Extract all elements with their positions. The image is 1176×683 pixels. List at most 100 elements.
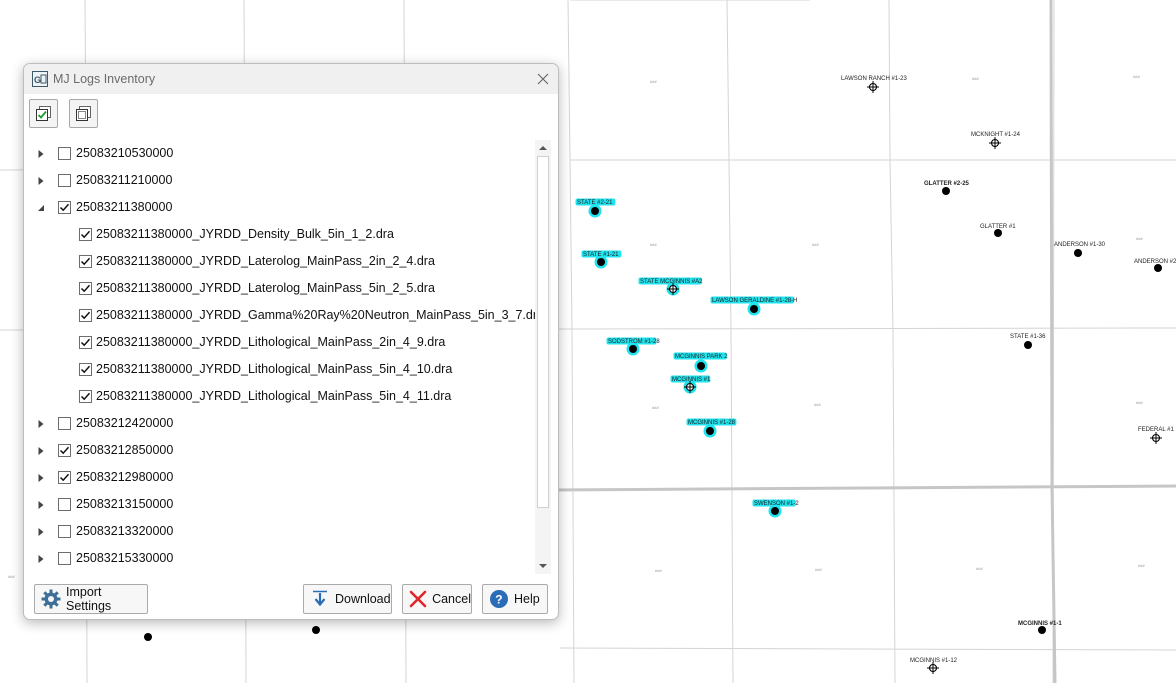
expand-arrow-icon[interactable] xyxy=(36,500,46,510)
dry-hole-icon xyxy=(989,137,1001,149)
tree-well-item[interactable]: 25083215330000 xyxy=(24,545,536,572)
help-button[interactable]: ? Help xyxy=(482,584,548,614)
download-button[interactable]: Download xyxy=(303,584,392,614)
oil-well-icon xyxy=(697,362,705,370)
well-8[interactable]: STATE MCGINNIS #A2 xyxy=(638,277,704,296)
tree-item-label: 25083212850000 xyxy=(76,443,174,457)
well-18[interactable]: MCGINNIS #1-12 xyxy=(910,658,958,674)
oil-well-icon xyxy=(994,229,1002,237)
well-label: SODSTROM #1-28 xyxy=(608,339,660,345)
caret-down-icon xyxy=(539,564,547,568)
checkbox[interactable] xyxy=(58,498,71,511)
well-label: MCGINNIS #1-1 xyxy=(1018,621,1062,627)
well-4[interactable]: ANDERSON #1-30 xyxy=(1054,242,1106,257)
well-9[interactable]: LAWSON GERALDINE #1-28-H xyxy=(710,296,798,316)
uncheck-all-button[interactable] xyxy=(69,99,98,128)
expand-arrow-icon[interactable] xyxy=(36,527,46,537)
checkbox[interactable] xyxy=(79,309,92,322)
tree-well-item[interactable]: 25083212420000 xyxy=(24,410,536,437)
tree-scrollbar[interactable] xyxy=(535,140,551,574)
tree-child-item[interactable]: 25083211380000_JYRDD_Lithological_MainPa… xyxy=(24,329,536,356)
well-5[interactable]: ANDERSON #2 xyxy=(1134,259,1176,272)
close-button[interactable] xyxy=(532,68,554,90)
checkbox[interactable] xyxy=(58,201,71,214)
well-label: LAWSON RANCH #1-23 xyxy=(841,76,907,82)
well-0[interactable]: LAWSON RANCH #1-23 xyxy=(841,76,907,93)
well-7[interactable]: STATE #1-21 xyxy=(581,250,622,269)
check-all-button[interactable] xyxy=(29,99,58,128)
tree-child-item[interactable]: 25083211380000_JYRDD_Lithological_MainPa… xyxy=(24,383,536,410)
cancel-label: Cancel xyxy=(432,592,471,606)
checkbox[interactable] xyxy=(79,363,92,376)
import-settings-label: Import Settings xyxy=(66,585,112,613)
well-6[interactable]: STATE #2-21 xyxy=(575,198,616,218)
checkmark-icon xyxy=(80,284,91,293)
checkbox[interactable] xyxy=(58,147,71,160)
expand-arrow-icon[interactable] xyxy=(36,446,46,456)
well-marker[interactable] xyxy=(144,633,152,641)
checkbox[interactable] xyxy=(79,228,92,241)
well-11[interactable]: MCGINNIS PARK 2 xyxy=(673,352,729,373)
checkbox[interactable] xyxy=(58,174,71,187)
expand-arrow-icon[interactable] xyxy=(36,419,46,429)
cancel-button[interactable]: Cancel xyxy=(402,584,472,614)
checkbox[interactable] xyxy=(79,390,92,403)
tree-well-item[interactable]: 25083212850000 xyxy=(24,437,536,464)
tree-well-item[interactable]: 25083213320000 xyxy=(24,518,536,545)
log-tree[interactable]: 25083210530000 25083211210000 250832113800… xyxy=(24,140,544,574)
checkbox[interactable] xyxy=(58,525,71,538)
collapse-arrow-icon[interactable] xyxy=(36,203,46,213)
checkbox[interactable] xyxy=(58,417,71,430)
oil-well-icon xyxy=(597,258,605,266)
well-label: MCGINNIS #1-12 xyxy=(910,658,958,664)
checkbox[interactable] xyxy=(58,552,71,565)
checkmark-icon xyxy=(80,230,91,239)
scroll-thumb[interactable] xyxy=(537,156,549,508)
well-marker[interactable] xyxy=(312,626,320,634)
well-12[interactable]: MCGINNIS #1 xyxy=(670,375,712,394)
well-label: STATE #1-21 xyxy=(583,252,619,258)
expand-arrow-icon[interactable] xyxy=(36,473,46,483)
checkbox[interactable] xyxy=(79,282,92,295)
tree-well-item[interactable]: 25083212980000 xyxy=(24,464,536,491)
checkbox[interactable] xyxy=(58,444,71,457)
well-label: STATE #2-21 xyxy=(577,200,613,206)
well-2[interactable]: GLATTER #2-25 xyxy=(924,181,970,195)
well-15[interactable]: FEDERAL #1 xyxy=(1138,427,1174,444)
tree-child-item[interactable]: 25083211380000_JYRDD_Density_Bulk_5in_1_… xyxy=(24,221,536,248)
tree-well-item[interactable]: 25083213150000 xyxy=(24,491,536,518)
expand-arrow-icon[interactable] xyxy=(36,149,46,159)
expand-arrow-icon[interactable] xyxy=(36,176,46,186)
checkbox[interactable] xyxy=(79,255,92,268)
well-1[interactable]: MCKNIGHT #1-24 xyxy=(971,132,1021,149)
dry-hole-icon xyxy=(1150,432,1162,444)
scroll-up-button[interactable] xyxy=(535,140,551,156)
svg-text:###: ### xyxy=(1136,400,1143,405)
well-13[interactable]: MCGINNIS #1-28 xyxy=(686,418,737,438)
tree-well-item[interactable]: 25083211380000 xyxy=(24,194,536,221)
checkbox[interactable] xyxy=(58,471,71,484)
tree-item-label: 25083211380000_JYRDD_Laterolog_MainPass_… xyxy=(96,254,435,268)
tree-child-item[interactable]: 25083211380000_JYRDD_Laterolog_MainPass_… xyxy=(24,275,536,302)
tree-item-label: 25083213150000 xyxy=(76,497,174,511)
import-settings-button[interactable]: Import Settings xyxy=(34,584,148,614)
tree-child-item[interactable]: 25083211380000_JYRDD_Laterolog_MainPass_… xyxy=(24,248,536,275)
svg-text:###: ### xyxy=(976,566,983,571)
scroll-down-button[interactable] xyxy=(535,558,551,574)
well-16[interactable]: SWENSON #1-2 xyxy=(752,499,800,518)
svg-text:###: ### xyxy=(1138,563,1145,568)
tree-well-item[interactable]: 25083211210000 xyxy=(24,167,536,194)
expand-arrow-icon[interactable] xyxy=(36,554,46,564)
oil-well-icon xyxy=(771,507,779,515)
tree-well-item[interactable]: 25083210530000 xyxy=(24,140,536,167)
well-14[interactable]: STATE #1-36 xyxy=(1010,334,1046,349)
well-3[interactable]: GLATTER #1 xyxy=(980,224,1016,237)
tree-child-item[interactable]: 25083211380000_JYRDD_Lithological_MainPa… xyxy=(24,356,536,383)
well-label: MCGINNIS #1-28 xyxy=(688,420,736,426)
checkbox[interactable] xyxy=(79,336,92,349)
help-label: Help xyxy=(514,592,540,606)
tree-child-item[interactable]: 25083211380000_JYRDD_Gamma%20Ray%20Neutr… xyxy=(24,302,544,329)
help-icon: ? xyxy=(489,589,509,609)
title-bar[interactable]: G MJ Logs Inventory xyxy=(24,64,558,94)
well-10[interactable]: SODSTROM #1-28 xyxy=(606,337,661,356)
